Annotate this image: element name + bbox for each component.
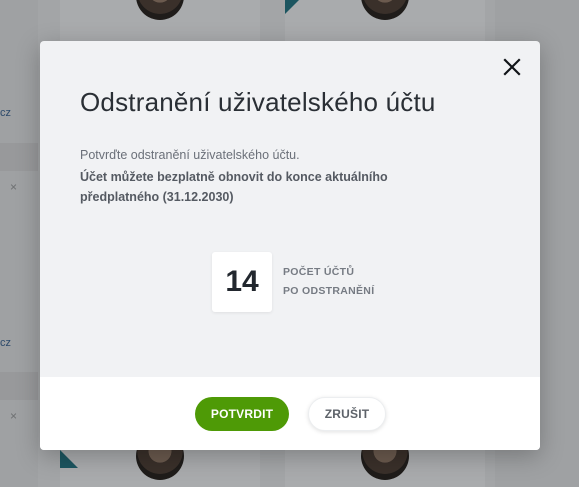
close-button[interactable] (500, 55, 524, 79)
delete-account-dialog: Odstranění uživatelského účtu Potvrďte o… (40, 41, 540, 450)
dialog-footer: POTVRDIT ZRUŠIT (40, 377, 540, 450)
confirm-button[interactable]: POTVRDIT (195, 397, 289, 431)
background-column (0, 0, 38, 487)
account-count-label-line2: PO ODSTRANĚNÍ (283, 285, 375, 297)
background-card-corner (60, 450, 78, 468)
background-text: cz (0, 337, 11, 349)
background-close-icon: × (10, 409, 18, 423)
dialog-note: Účet můžete bezplatně obnovit do konce a… (80, 170, 388, 204)
dialog-description: Potvrďte odstranění uživatelského účtu. (80, 148, 300, 162)
close-icon (503, 58, 521, 76)
account-count-value: 14 (212, 252, 272, 312)
background-close-icon: × (10, 180, 18, 194)
account-count-label-line1: POČET ÚČTŮ (283, 266, 355, 278)
account-count-label: POČET ÚČTŮ PO ODSTRANĚNÍ (283, 263, 374, 301)
dialog-title: Odstranění uživatelského účtu (80, 87, 436, 117)
background-divider (0, 143, 38, 171)
background-divider (0, 372, 38, 400)
account-counter: 14 POČET ÚČTŮ PO ODSTRANĚNÍ (212, 252, 374, 312)
background-text: cz (0, 107, 11, 119)
cancel-button[interactable]: ZRUŠIT (308, 397, 386, 431)
background-card-corner (285, 0, 299, 14)
